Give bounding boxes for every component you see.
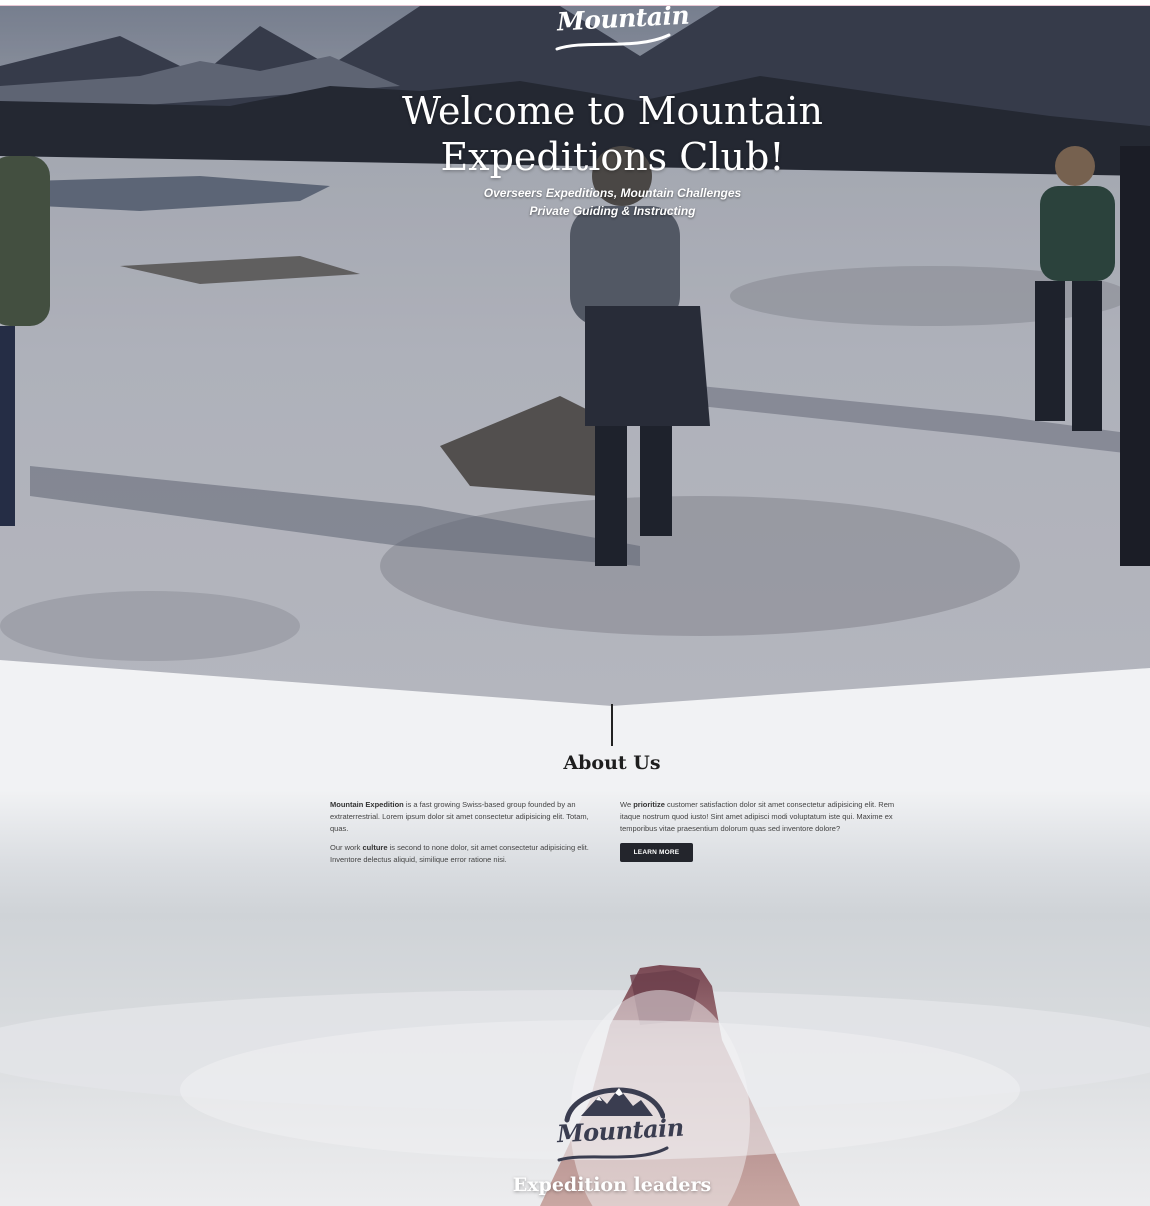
about-paragraph-3: We prioritize customer satisfaction dolo…	[620, 799, 895, 835]
top-border	[0, 0, 1150, 6]
logo-swoosh-bottom-icon	[557, 1146, 669, 1162]
about-paragraph-3-prefix: We	[620, 800, 634, 809]
about-paragraph-2: Our work culture is second to none dolor…	[330, 842, 592, 866]
about-paragraph-2-bold: culture	[362, 843, 388, 852]
about-paragraph-2-prefix: Our work	[330, 843, 363, 852]
about-right-column: We prioritize customer satisfaction dolo…	[620, 799, 895, 862]
logo-swoosh-icon	[555, 33, 671, 51]
about-title: About Us	[563, 752, 661, 774]
header-logo[interactable]: Mountain	[545, 6, 690, 54]
learn-more-button[interactable]: LEARN MORE	[620, 843, 693, 862]
hero-title: Welcome to Mountain Expeditions Club!	[402, 89, 823, 179]
section-divider-line	[611, 704, 613, 746]
expedition-leaders-title: Expedition leaders	[512, 1174, 712, 1196]
logo-wordmark: Mountain	[556, 6, 690, 37]
hero-subtitle-line-2: Private Guiding & Instructing	[529, 204, 696, 218]
footer-logo: Mountain	[553, 1072, 684, 1168]
about-paragraph-1: Mountain Expedition is a fast growing Sw…	[330, 799, 592, 835]
hero-subtitle: Overseers Expeditions, Mountain Challeng…	[380, 184, 845, 220]
about-left-column: Mountain Expedition is a fast growing Sw…	[330, 799, 592, 873]
hero-section: Mountain Welcome to Mountain Expeditions…	[0, 6, 1150, 706]
hero-subtitle-line-1: Overseers Expeditions, Mountain Challeng…	[483, 186, 742, 200]
company-name: Mountain Expedition	[330, 800, 404, 809]
about-paragraph-3-bold: prioritize	[633, 800, 665, 809]
logo-wordmark-bottom: Mountain	[556, 1112, 685, 1149]
